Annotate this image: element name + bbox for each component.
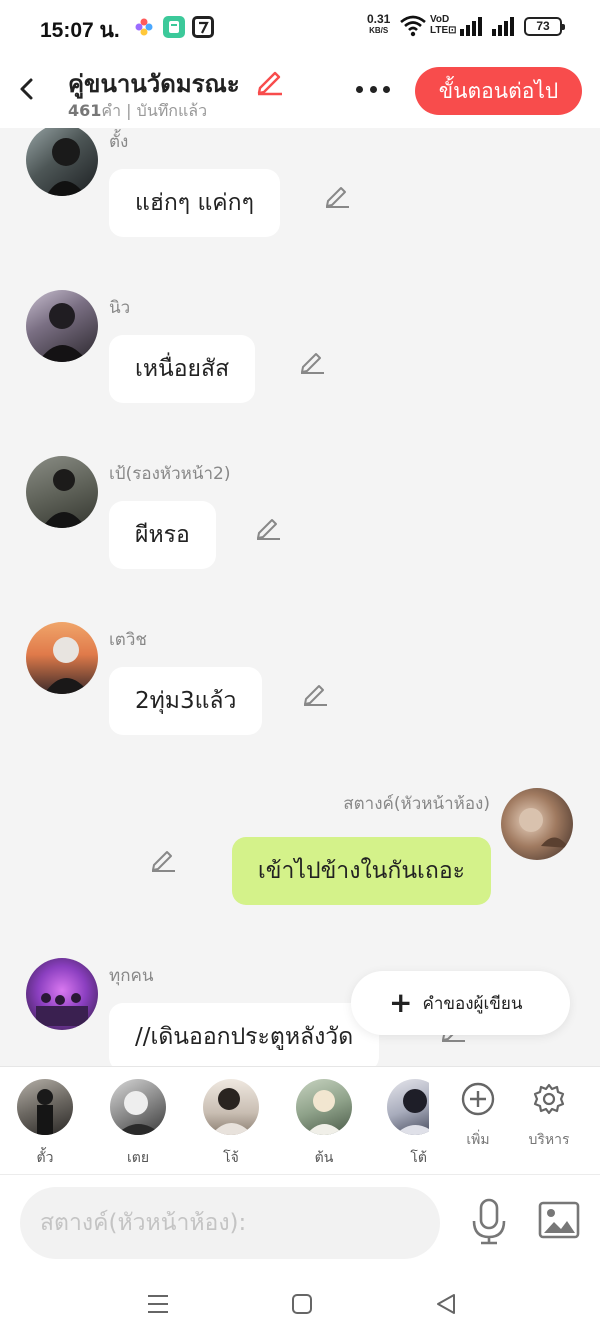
avatar[interactable] xyxy=(501,788,573,860)
avatar[interactable] xyxy=(26,622,98,694)
home-square-icon xyxy=(292,1294,312,1314)
speaker-name: เป้(รองหัวหน้า2) xyxy=(109,464,231,484)
voice-input-button[interactable] xyxy=(470,1197,508,1249)
add-circle-icon xyxy=(461,1082,495,1116)
character-name: โจ้ xyxy=(223,1150,239,1166)
chevron-left-icon xyxy=(20,78,33,100)
next-step-button[interactable]: ขั้นตอนต่อไป xyxy=(415,67,582,115)
wifi-icon xyxy=(400,15,426,41)
saved-status: บันทึกแล้ว xyxy=(136,101,208,120)
signal-icon-1 xyxy=(460,16,482,36)
back-triangle-icon xyxy=(437,1294,455,1314)
speaker-name: เตวิช xyxy=(109,630,147,650)
message-bubble[interactable]: แฮ่กๆ แค่กๆ xyxy=(109,169,280,237)
line-app-icon xyxy=(163,16,185,38)
back-button[interactable] xyxy=(14,72,40,106)
network-speed: 0.31 KB/S xyxy=(367,12,391,35)
signal-icon-2 xyxy=(492,16,514,36)
speaker-name: สตางค์(หัวหน้าห้อง) xyxy=(343,794,490,814)
input-bar xyxy=(0,1174,600,1268)
character-avatar xyxy=(17,1079,73,1135)
manage-characters-button[interactable]: บริหาร xyxy=(519,1081,579,1151)
character-item[interactable]: ต้น xyxy=(294,1079,354,1169)
system-nav-bar xyxy=(0,1268,600,1343)
avatar[interactable] xyxy=(26,958,98,1030)
character-name: ต้น xyxy=(314,1150,334,1166)
more-dots-icon xyxy=(356,85,363,93)
edit-message-icon[interactable] xyxy=(300,679,330,709)
volte-indicator: VoD LTE⊡ xyxy=(430,14,457,36)
speaker-name: ตั้ง xyxy=(109,132,129,152)
edit-message-icon[interactable] xyxy=(148,845,178,875)
message-bubble[interactable]: เหนื่อยสัส xyxy=(109,335,256,403)
seven-eleven-app-icon xyxy=(192,16,214,38)
menu-icon xyxy=(148,1295,168,1313)
author-note-label: คำของผู้เขียน xyxy=(422,993,523,1014)
character-item[interactable]: ตั้ว xyxy=(15,1079,75,1169)
message-bubble[interactable]: เข้าไปข้างในกันเถอะ xyxy=(231,837,491,905)
message-input[interactable] xyxy=(20,1187,440,1259)
word-unit: คำ xyxy=(101,101,122,120)
battery-icon: 73 xyxy=(524,17,565,36)
avatar[interactable] xyxy=(26,456,98,528)
speaker-name: ทุกคน xyxy=(109,966,154,986)
image-icon xyxy=(538,1201,580,1239)
character-avatar xyxy=(203,1079,259,1135)
plus-icon: + xyxy=(389,986,413,1019)
avatar[interactable] xyxy=(26,128,98,196)
character-item[interactable]: เตย xyxy=(108,1079,168,1169)
character-avatar xyxy=(296,1079,352,1135)
edit-message-icon[interactable] xyxy=(322,181,352,211)
character-avatar xyxy=(387,1079,429,1135)
attach-image-button[interactable] xyxy=(538,1201,580,1243)
status-time: 15:07 น. xyxy=(40,19,120,42)
app-header: คู่ขนานวัดมรณะ 461คำ | บันทึกแล้ว ขั้นตอ… xyxy=(0,54,600,128)
character-name: เตย xyxy=(126,1150,150,1166)
edit-title-icon[interactable] xyxy=(255,66,285,100)
author-note-button[interactable]: + คำของผู้เขียน xyxy=(351,971,570,1035)
add-character-button[interactable]: เพิ่ม xyxy=(448,1081,508,1151)
chat-area[interactable]: ตั้ง แฮ่กๆ แค่กๆ นิว เหนื่อยสัส เป้(รองห… xyxy=(0,128,600,1066)
edit-message-icon[interactable] xyxy=(253,513,283,543)
character-name: โต้ xyxy=(410,1150,427,1166)
photos-app-icon xyxy=(133,16,155,38)
avatar[interactable] xyxy=(26,290,98,362)
character-avatar xyxy=(110,1079,166,1135)
message-bubble[interactable]: 2ทุ่ม3แล้ว xyxy=(109,667,263,735)
microphone-icon xyxy=(472,1198,506,1245)
speaker-name: นิว xyxy=(109,298,131,318)
gear-icon xyxy=(533,1083,565,1115)
character-item[interactable]: โต้ xyxy=(387,1079,429,1169)
story-meta: 461คำ | บันทึกแล้ว xyxy=(68,101,208,120)
home-button[interactable] xyxy=(290,1292,314,1320)
recent-apps-button[interactable] xyxy=(146,1292,170,1320)
back-nav-button[interactable] xyxy=(434,1292,458,1320)
page-title: คู่ขนานวัดมรณะ xyxy=(68,70,240,98)
manage-label: บริหาร xyxy=(528,1132,570,1148)
edit-message-icon[interactable] xyxy=(297,347,327,377)
word-count: 461 xyxy=(68,101,102,120)
character-bar: ตั้ว เตย โจ้ ต้น โต้ เพิ่ม บริหาร xyxy=(0,1066,600,1174)
add-label: เพิ่ม xyxy=(466,1132,490,1148)
character-item[interactable]: โจ้ xyxy=(201,1079,261,1169)
more-options-button[interactable] xyxy=(352,78,394,100)
status-bar: 15:07 น. 0.31 KB/S VoD LTE⊡ 73 xyxy=(0,0,600,54)
message-bubble[interactable]: ผีหรอ xyxy=(109,501,216,569)
message-bubble[interactable]: //เดินออกประตูหลังวัด xyxy=(109,1003,380,1066)
character-name: ตั้ว xyxy=(36,1150,54,1166)
